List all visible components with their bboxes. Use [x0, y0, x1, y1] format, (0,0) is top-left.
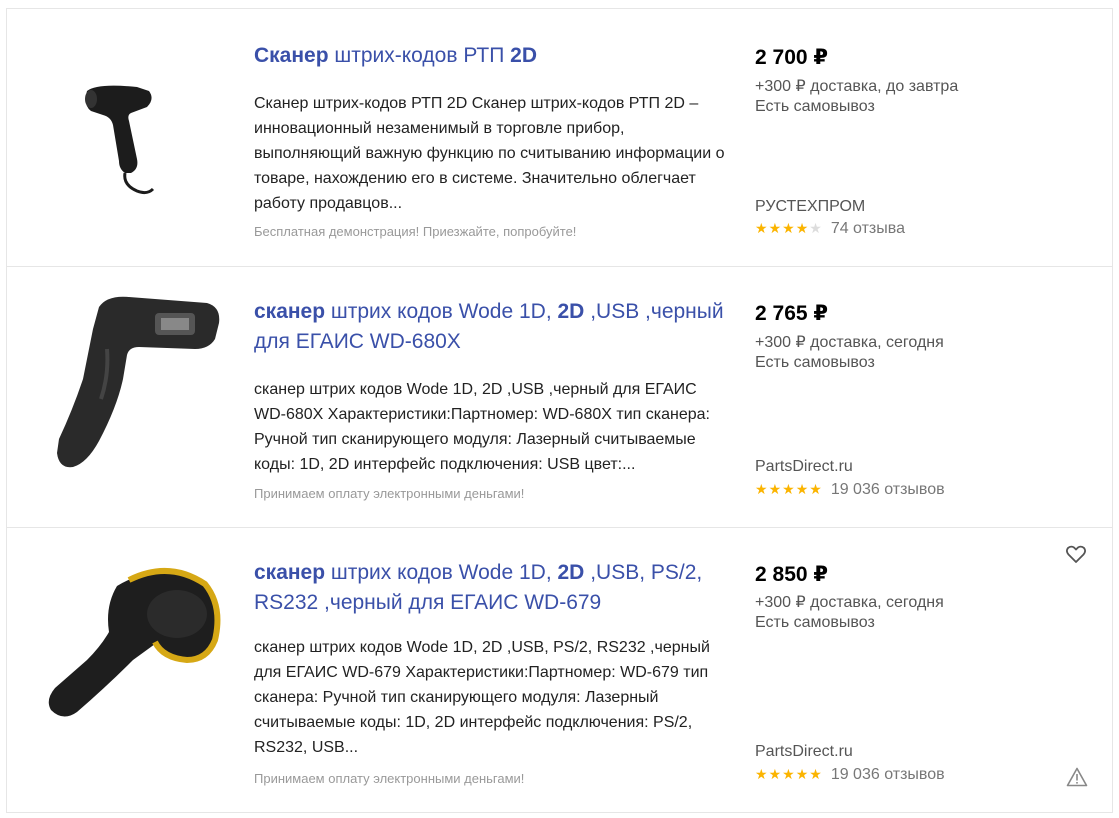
- star-filled-icon: ★: [782, 766, 796, 782]
- product-description: сканер штрих кодов Wode 1D, 2D ,USB ,чер…: [254, 381, 710, 473]
- pickup-info: Есть самовывоз: [755, 614, 875, 631]
- product-title-link[interactable]: сканер штрих кодов Wode 1D, 2D ,USB, PS/…: [254, 558, 729, 618]
- rating-stars: ★★★★★: [755, 220, 823, 237]
- shop-rating[interactable]: ★★★★★ 19 036 отзывов: [755, 766, 945, 784]
- product-image[interactable]: [67, 69, 187, 199]
- star-filled-icon: ★: [755, 481, 769, 497]
- star-filled-icon: ★: [768, 481, 783, 497]
- shop-name[interactable]: РУСТЕХПРОМ: [755, 198, 865, 216]
- star-filled-icon: ★: [795, 481, 810, 497]
- rating-stars: ★★★★★: [755, 766, 823, 783]
- product-image[interactable]: [37, 289, 227, 484]
- warning-icon[interactable]: [1066, 766, 1088, 788]
- product-card: сканер штрих кодов Wode 1D, 2D ,USB ,чер…: [6, 266, 1113, 527]
- price: 2 850 ₽: [755, 563, 828, 586]
- reviews-count: 74 отзыва: [830, 220, 905, 237]
- product-image[interactable]: [37, 556, 227, 726]
- star-filled-icon: ★: [809, 481, 823, 497]
- rating-stars: ★★★★★: [755, 481, 823, 498]
- shop-name[interactable]: PartsDirect.ru: [755, 458, 853, 476]
- delivery-info: +300 ₽ доставка, до завтра: [755, 78, 959, 95]
- promo-text: Принимаем оплату электронными деньгами!: [254, 771, 525, 786]
- product-description: Сканер штрих-кодов РТП 2D Сканер штрих-к…: [254, 95, 725, 212]
- star-empty-icon: ★: [809, 220, 823, 236]
- product-description: сканер штрих кодов Wode 1D, 2D ,USB, PS/…: [254, 639, 710, 756]
- star-filled-icon: ★: [782, 481, 796, 497]
- shop-name[interactable]: PartsDirect.ru: [755, 743, 853, 761]
- delivery-info: +300 ₽ доставка, сегодня: [755, 334, 944, 351]
- star-filled-icon: ★: [809, 766, 823, 782]
- star-filled-icon: ★: [782, 220, 796, 236]
- product-card: Сканер штрих-кодов РТП 2D Сканер штрих-к…: [6, 8, 1113, 266]
- star-filled-icon: ★: [795, 220, 810, 236]
- promo-text: Принимаем оплату электронными деньгами!: [254, 486, 525, 501]
- product-card: сканер штрих кодов Wode 1D, 2D ,USB, PS/…: [6, 527, 1113, 813]
- star-filled-icon: ★: [795, 766, 810, 782]
- shop-rating[interactable]: ★★★★★ 74 отзыва: [755, 220, 905, 238]
- reviews-count: 19 036 отзывов: [830, 766, 945, 783]
- product-title-link[interactable]: сканер штрих кодов Wode 1D, 2D ,USB ,чер…: [254, 297, 729, 357]
- price: 2 700 ₽: [755, 46, 828, 69]
- pickup-info: Есть самовывоз: [755, 98, 875, 115]
- reviews-count: 19 036 отзывов: [830, 481, 945, 498]
- star-filled-icon: ★: [768, 220, 783, 236]
- product-title-link[interactable]: Сканер штрих-кодов РТП 2D: [254, 41, 729, 71]
- star-filled-icon: ★: [755, 220, 769, 236]
- promo-text: Бесплатная демонстрация! Приезжайте, поп…: [254, 224, 577, 239]
- product-list: Сканер штрих-кодов РТП 2D Сканер штрих-к…: [6, 8, 1113, 813]
- heart-icon[interactable]: [1064, 542, 1088, 566]
- pickup-info: Есть самовывоз: [755, 354, 875, 371]
- price: 2 765 ₽: [755, 302, 828, 325]
- star-filled-icon: ★: [768, 766, 783, 782]
- shop-rating[interactable]: ★★★★★ 19 036 отзывов: [755, 481, 945, 499]
- star-filled-icon: ★: [755, 766, 769, 782]
- delivery-info: +300 ₽ доставка, сегодня: [755, 594, 944, 611]
